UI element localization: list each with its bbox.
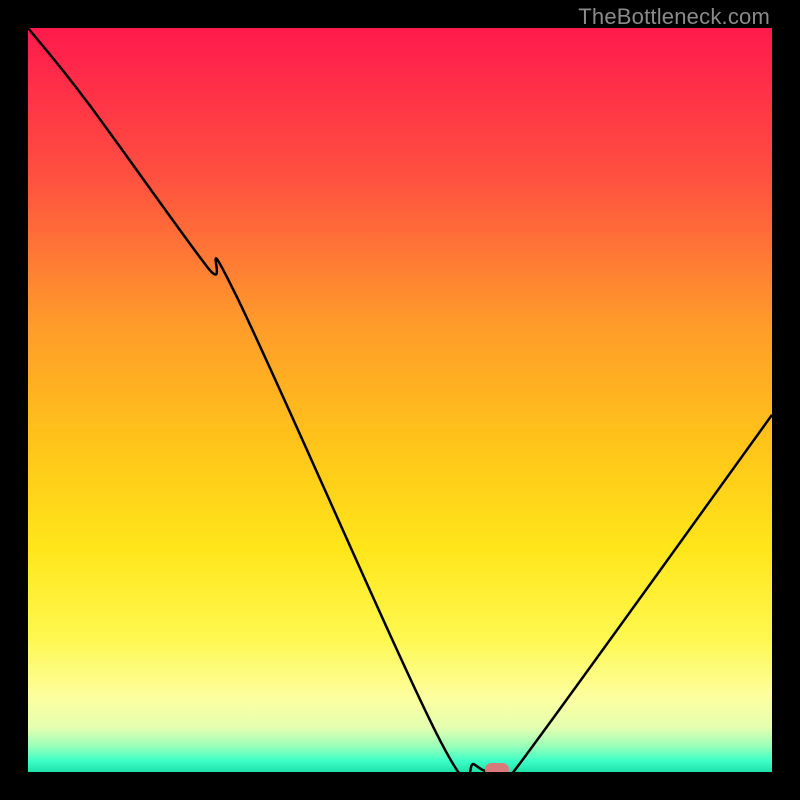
plot-area <box>28 28 772 772</box>
watermark-text: TheBottleneck.com <box>578 4 770 30</box>
chart-container: TheBottleneck.com <box>0 0 800 800</box>
bottleneck-curve <box>28 28 772 772</box>
optimal-marker <box>485 763 509 772</box>
